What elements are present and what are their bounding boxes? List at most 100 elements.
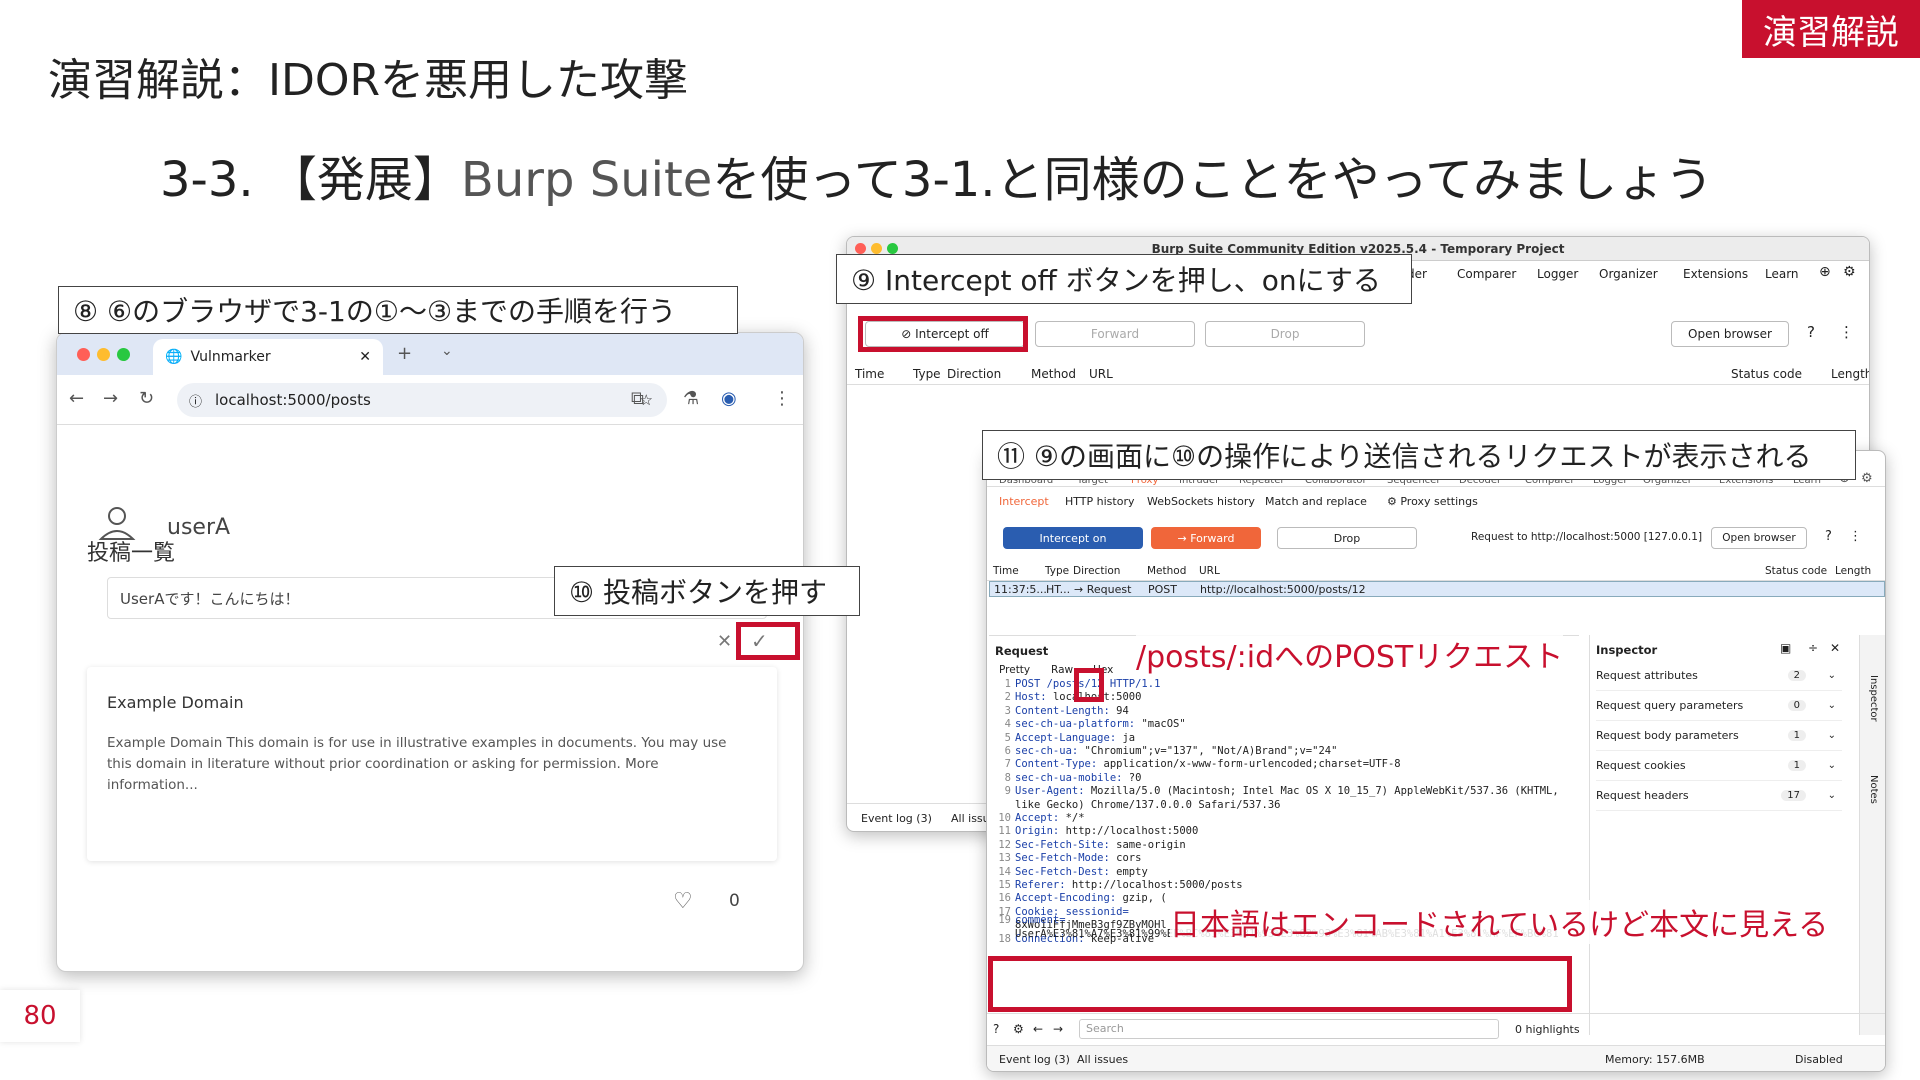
view-pretty-tab[interactable]: Pretty xyxy=(999,664,1030,676)
side-tab-notes[interactable]: Notes xyxy=(1868,775,1879,804)
tab-http-history[interactable]: HTTP history xyxy=(1065,495,1134,508)
search-input[interactable]: Search xyxy=(1079,1019,1499,1039)
slide-tag: 演習解説 xyxy=(1742,0,1920,58)
minimize-window-icon[interactable] xyxy=(97,348,110,361)
col-direction[interactable]: Direction xyxy=(1073,565,1120,577)
col-type[interactable]: Type xyxy=(913,367,941,381)
tab-list-icon[interactable]: ⌄ xyxy=(441,343,453,359)
col-length[interactable]: Length xyxy=(1831,367,1869,381)
drop-button[interactable]: Drop xyxy=(1277,527,1417,549)
back-icon[interactable]: ← xyxy=(69,388,84,409)
col-status[interactable]: Status code xyxy=(1765,565,1827,577)
maximize-window-icon[interactable] xyxy=(117,348,130,361)
forward-icon[interactable]: → xyxy=(103,388,118,409)
menu-logger[interactable]: Logger xyxy=(1537,267,1578,281)
line-number: 10 xyxy=(998,812,1011,824)
col-url[interactable]: URL xyxy=(1089,367,1113,381)
inspector-row[interactable]: Request headers 17 ⌄ xyxy=(1596,781,1842,811)
minimize-window-icon[interactable] xyxy=(871,243,882,254)
col-time[interactable]: Time xyxy=(993,565,1019,577)
reload-icon[interactable]: ↻ xyxy=(139,388,154,409)
site-info-icon[interactable]: ⓘ xyxy=(189,391,202,410)
globe-icon[interactable]: ⊕ xyxy=(1819,264,1831,280)
more-kebab-icon[interactable]: ⋮ xyxy=(1849,529,1862,544)
menu-comparer[interactable]: Comparer xyxy=(1457,267,1516,281)
settings-gear-icon[interactable]: ⚙ xyxy=(1013,1022,1024,1036)
col-status[interactable]: Status code xyxy=(1731,367,1802,381)
next-arrow-icon[interactable]: → xyxy=(1053,1022,1063,1036)
inspector-row-count: 1 xyxy=(1787,760,1806,771)
more-kebab-icon[interactable]: ⋮ xyxy=(1839,323,1854,341)
tab-match-replace[interactable]: Match and replace xyxy=(1265,495,1367,508)
forward-label: Forward xyxy=(1090,327,1140,341)
event-log-link[interactable]: Event log (3) xyxy=(999,1053,1070,1066)
col-url[interactable]: URL xyxy=(1199,565,1220,577)
header-value: gzip, ( xyxy=(1122,892,1167,905)
inspector-row[interactable]: Request query parameters 0 ⌄ xyxy=(1596,691,1842,721)
row-url: http://localhost:5000/posts/12 xyxy=(1200,583,1366,596)
subtitle-highlight: Burp Suite xyxy=(460,152,713,208)
col-direction[interactable]: Direction xyxy=(947,367,1001,381)
inspector-row[interactable]: Request attributes 2 ⌄ xyxy=(1596,661,1842,691)
prev-arrow-icon[interactable]: ← xyxy=(1033,1022,1043,1036)
clear-icon[interactable]: ✕ xyxy=(717,631,732,652)
close-inspector-icon[interactable]: ✕ xyxy=(1830,641,1840,655)
header-value: "macOS" xyxy=(1141,718,1186,731)
header-key: User-Agent: xyxy=(1015,785,1091,798)
new-tab-icon[interactable]: + xyxy=(397,343,412,364)
header-key: Content-Length: xyxy=(1015,704,1117,717)
forward-button[interactable]: Forward xyxy=(1035,321,1195,347)
drop-button[interactable]: Drop xyxy=(1205,321,1365,347)
profile-icon[interactable]: ◉ xyxy=(721,388,737,409)
line-number: 13 xyxy=(998,852,1011,865)
close-tab-icon[interactable]: ✕ xyxy=(359,349,371,365)
menu-kebab-icon[interactable]: ⋮ xyxy=(773,388,791,409)
view-raw-tab[interactable]: Raw xyxy=(1051,664,1073,676)
side-tab-inspector[interactable]: Inspector xyxy=(1868,675,1879,722)
header-value: ?0 xyxy=(1128,771,1142,784)
open-browser-button[interactable]: Open browser xyxy=(1711,527,1807,549)
settings-gear-icon[interactable]: ⚙ xyxy=(1843,264,1856,280)
col-method[interactable]: Method xyxy=(1147,565,1186,577)
col-type[interactable]: Type xyxy=(1045,565,1069,577)
close-window-icon[interactable] xyxy=(855,243,866,254)
menu-learn[interactable]: Learn xyxy=(1765,267,1799,281)
menu-extensions[interactable]: Extensions xyxy=(1683,267,1748,281)
extensions-icon[interactable]: ⧉ xyxy=(631,388,644,409)
all-issues-link[interactable]: All issu xyxy=(951,812,990,825)
tab-intercept[interactable]: Intercept xyxy=(999,495,1049,508)
help-icon[interactable]: ? xyxy=(993,1022,999,1036)
col-method[interactable]: Method xyxy=(1031,367,1076,381)
intercepted-request-row[interactable]: 11:37:5... HT... → Request POST http://l… xyxy=(989,581,1885,597)
address-bar[interactable]: ⓘ localhost:5000/posts ☆ xyxy=(177,383,667,417)
settings-gear-icon[interactable]: ⚙ xyxy=(1861,471,1873,486)
inspector-row[interactable]: Request body parameters 1 ⌄ xyxy=(1596,721,1842,751)
highlight-submit-button xyxy=(736,622,800,660)
browser-tab[interactable]: 🌐 Vulnmarker ✕ xyxy=(153,339,383,375)
open-browser-button[interactable]: Open browser xyxy=(1671,321,1789,347)
layout-icon[interactable]: ▣ xyxy=(1780,641,1791,655)
forward-button[interactable]: → Forward xyxy=(1151,527,1261,549)
request-line: 14 Sec-Fetch-Dest: empty xyxy=(993,866,1147,878)
tab-proxy-settings[interactable]: ⚙ Proxy settings xyxy=(1387,495,1478,508)
menu-organizer[interactable]: Organizer xyxy=(1599,267,1658,281)
intercept-on-button[interactable]: Intercept on xyxy=(1003,527,1143,549)
like-heart-icon[interactable]: ♡ xyxy=(673,889,693,914)
col-length[interactable]: Length xyxy=(1835,565,1871,577)
line-number: 16 xyxy=(998,892,1011,905)
request-code[interactable]: 1 POST /posts/12 HTTP/1.1 2 Host: localhost… xyxy=(993,678,1573,945)
help-icon[interactable]: ? xyxy=(1807,323,1815,341)
collapse-icon[interactable]: ÷ xyxy=(1808,641,1818,655)
header-key: Origin: xyxy=(1015,825,1066,838)
maximize-window-icon[interactable] xyxy=(887,243,898,254)
help-icon[interactable]: ? xyxy=(1825,529,1832,544)
col-time[interactable]: Time xyxy=(855,367,884,381)
all-issues-link[interactable]: All issues xyxy=(1077,1053,1128,1066)
close-window-icon[interactable] xyxy=(77,348,90,361)
line-number: 8 xyxy=(1004,771,1011,784)
tab-websockets-history[interactable]: WebSockets history xyxy=(1147,495,1255,508)
disabled-status[interactable]: Disabled xyxy=(1795,1053,1843,1066)
event-log-link[interactable]: Event log (3) xyxy=(861,812,932,825)
labs-icon[interactable]: ⚗ xyxy=(683,388,699,409)
inspector-row[interactable]: Request cookies 1 ⌄ xyxy=(1596,751,1842,781)
